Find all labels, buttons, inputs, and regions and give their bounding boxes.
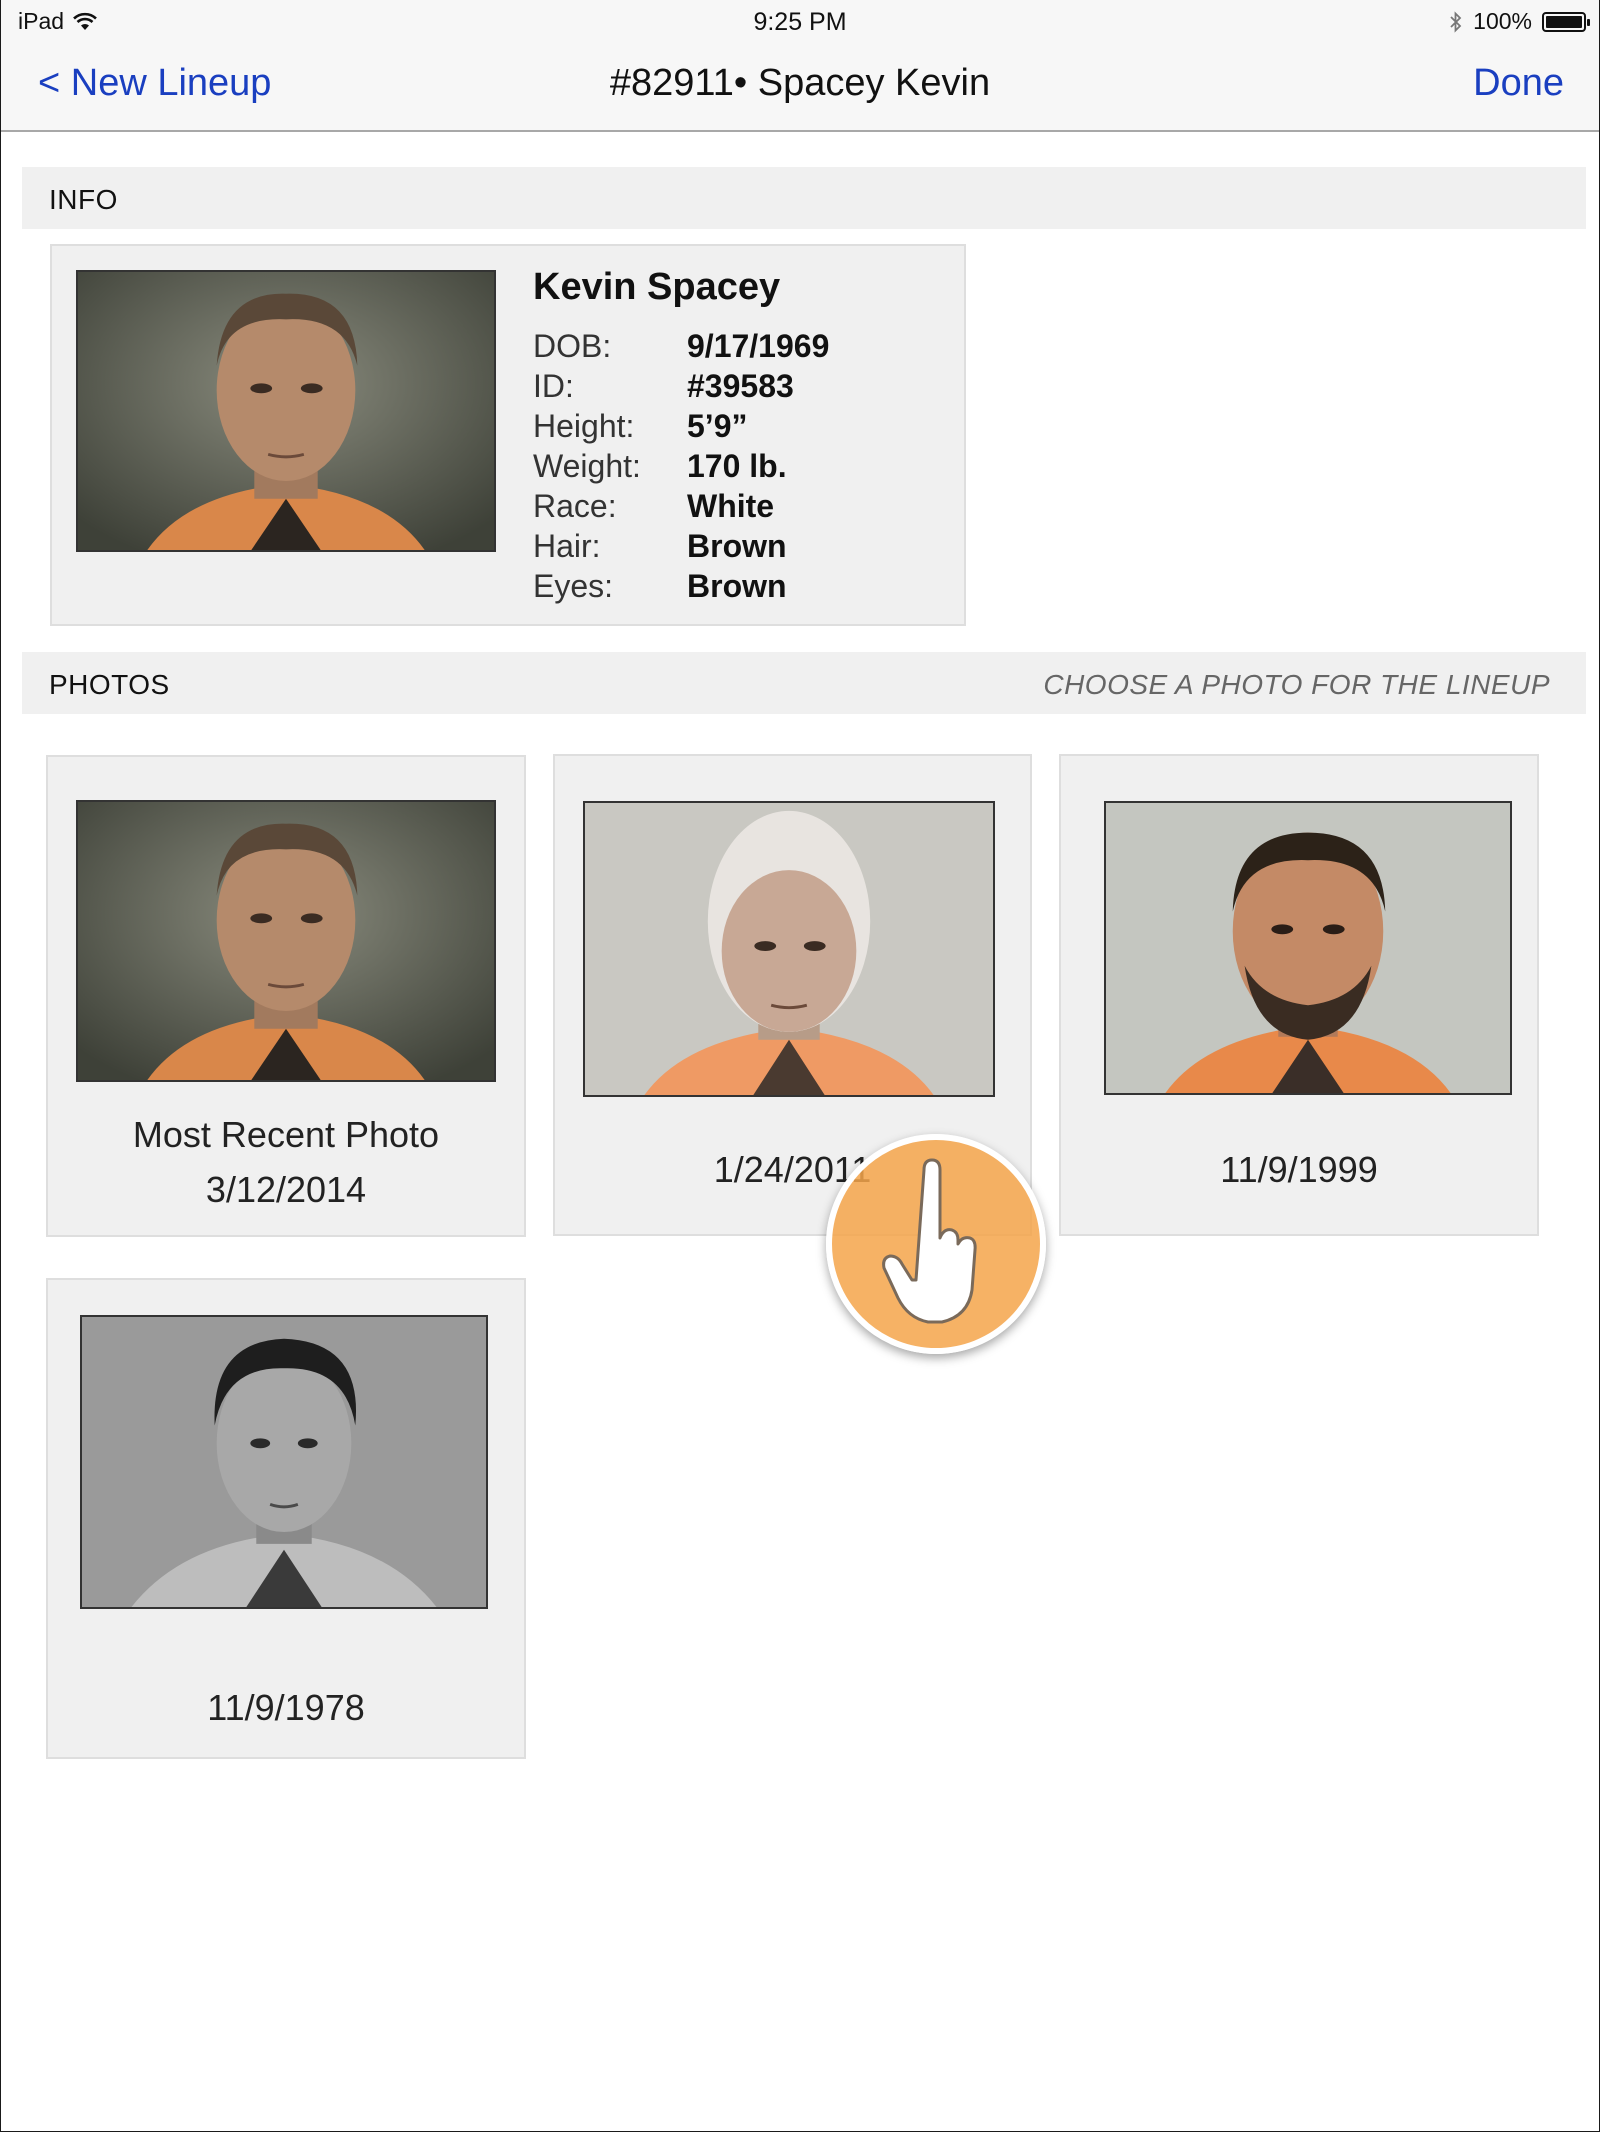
window-frame <box>0 0 1600 2132</box>
